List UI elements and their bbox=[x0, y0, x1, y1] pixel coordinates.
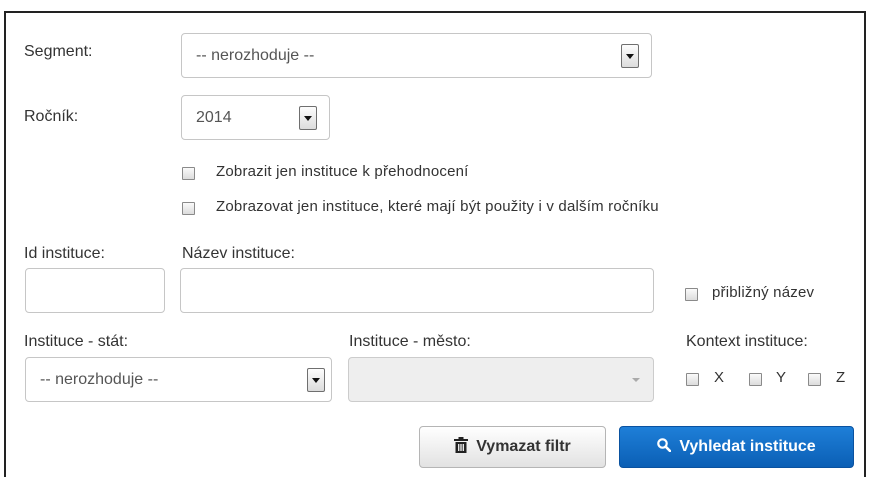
chevron-down-icon bbox=[307, 367, 325, 392]
chevron-down-icon bbox=[621, 43, 639, 68]
priblizny-nazev-label: přibližný název bbox=[712, 284, 815, 301]
stat-select[interactable]: -- nerozhoduje -- bbox=[25, 357, 332, 402]
stat-label: Instituce - stát: bbox=[24, 333, 129, 350]
search-icon bbox=[657, 437, 672, 457]
nazev-instituce-input[interactable] bbox=[180, 268, 654, 313]
kontext-y-label: Y bbox=[776, 369, 787, 386]
id-instituce-input[interactable] bbox=[25, 268, 165, 313]
chevron-down-icon bbox=[299, 105, 317, 130]
rocnik-select-value: 2014 bbox=[196, 108, 232, 126]
checkbox-kontext-z[interactable] bbox=[808, 373, 821, 386]
kontext-z-label: Z bbox=[836, 369, 846, 386]
mesto-label: Instituce - město: bbox=[349, 333, 471, 350]
checkbox-kontext-x[interactable] bbox=[686, 373, 699, 386]
rocnik-select[interactable]: 2014 bbox=[181, 95, 330, 140]
checkbox-kontext-y[interactable] bbox=[749, 373, 762, 386]
stat-select-value: -- nerozhoduje -- bbox=[40, 370, 159, 388]
filter-panel bbox=[4, 11, 866, 477]
clear-filter-label: Vymazat filtr bbox=[476, 438, 571, 455]
checkbox-priblizny-nazev[interactable] bbox=[685, 288, 698, 301]
clear-filter-button[interactable]: Vymazat filtr bbox=[419, 426, 606, 468]
search-institutions-label: Vyhledat instituce bbox=[679, 438, 816, 455]
rocnik-label: Ročník: bbox=[24, 108, 79, 125]
checkbox-dalsi-rocnik[interactable] bbox=[182, 202, 195, 215]
nazev-instituce-label: Název instituce: bbox=[182, 245, 295, 262]
kontext-x-label: X bbox=[714, 369, 725, 386]
mesto-select[interactable] bbox=[348, 357, 654, 402]
chevron-down-icon bbox=[627, 368, 645, 392]
segment-label: Segment: bbox=[24, 43, 93, 60]
checkbox-dalsi-rocnik-label: Zobrazovat jen instituce, které mají být… bbox=[216, 198, 659, 215]
trash-icon bbox=[454, 436, 469, 458]
checkbox-prehodnoceni[interactable] bbox=[182, 167, 195, 180]
id-instituce-label: Id instituce: bbox=[24, 245, 105, 262]
segment-select-value: -- nerozhoduje -- bbox=[196, 46, 315, 64]
segment-select[interactable]: -- nerozhoduje -- bbox=[181, 33, 652, 78]
kontext-label: Kontext instituce: bbox=[686, 333, 808, 350]
checkbox-prehodnoceni-label: Zobrazit jen instituce k přehodnocení bbox=[216, 163, 469, 180]
search-institutions-button[interactable]: Vyhledat instituce bbox=[619, 426, 854, 468]
